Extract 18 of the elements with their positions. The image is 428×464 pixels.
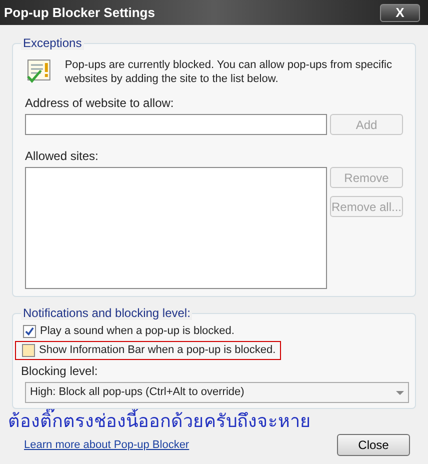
- checkbox[interactable]: [23, 325, 36, 338]
- blocking-level-dropdown[interactable]: High: Block all pop-ups (Ctrl+Alt to override): [25, 382, 409, 403]
- field-label: Address of website to allow:: [25, 95, 175, 112]
- checkbox[interactable]: [22, 344, 35, 357]
- allowed-sites-list[interactable]: [25, 167, 327, 289]
- group-legend: Exceptions: [21, 36, 84, 50]
- group-legend: Notifications and blocking level:: [21, 306, 192, 320]
- field-label: Allowed sites:: [25, 148, 100, 165]
- info-text: Pop-ups are currently blocked. You can allow pop-ups from specific websites by adding the site to the list below.: [64, 58, 393, 86]
- learn-more-link[interactable]: Learn more about Pop-up Blocker: [24, 436, 190, 454]
- window-close-button[interactable]: X: [380, 4, 420, 22]
- field-label: Blocking level:: [21, 363, 99, 380]
- dropdown-arrow-icon[interactable]: [396, 390, 404, 394]
- checkbox-label: Show Information Bar when a pop-up is blocked.: [39, 343, 276, 358]
- button[interactable]: Close: [337, 434, 410, 456]
- checkbox-label: Play a sound when a pop-up is blocked.: [40, 324, 234, 340]
- address-field[interactable]: [25, 114, 327, 135]
- window-title: Pop-up Blocker Settings: [4, 4, 155, 22]
